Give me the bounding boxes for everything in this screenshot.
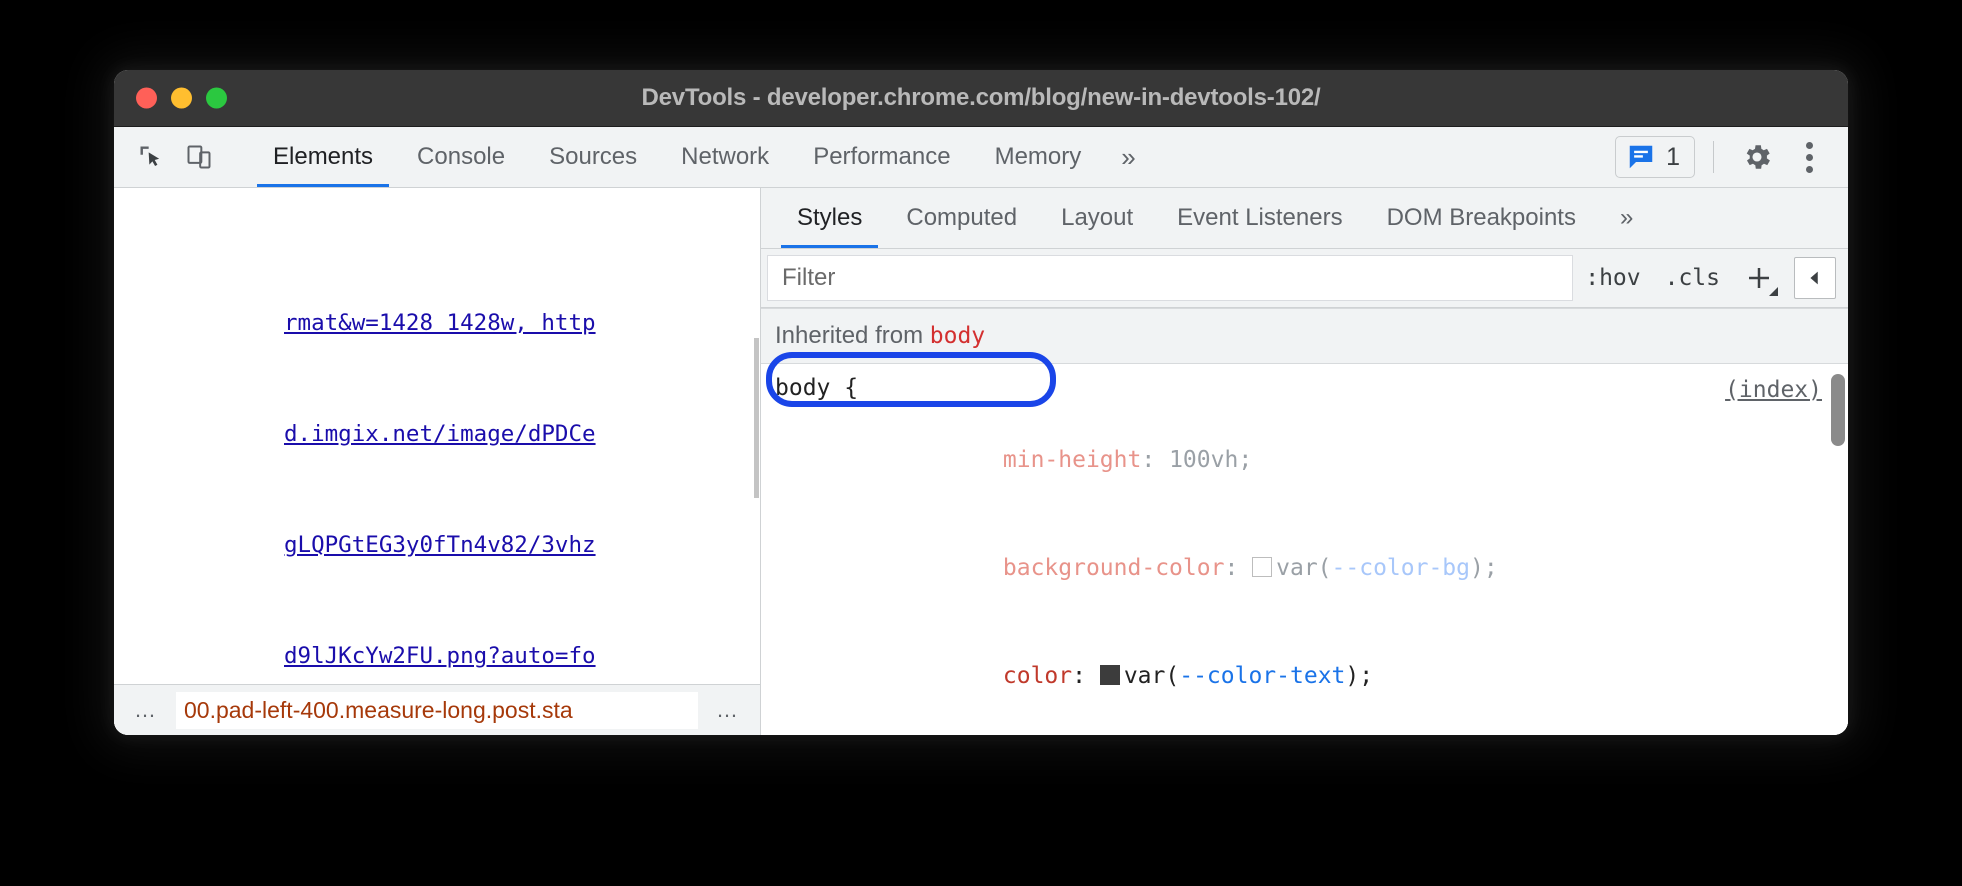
rule-origin-link[interactable]: (index) <box>1725 372 1822 408</box>
window-traffic-lights <box>136 88 227 109</box>
panel-tabs: Elements Console Sources Network Perform… <box>251 127 1615 187</box>
tab-console-label: Console <box>417 143 505 171</box>
declaration-overflow-wrap[interactable]: overflow-wrap: break-word; <box>775 730 1848 735</box>
tab-memory-label: Memory <box>995 143 1082 171</box>
toolbar-right-icons: 1 <box>1615 127 1848 187</box>
tab-styles[interactable]: Styles <box>775 188 884 248</box>
color-swatch-icon[interactable] <box>1100 665 1120 685</box>
close-button[interactable] <box>136 88 157 109</box>
declaration-background-color[interactable]: background-color: var(--color-bg); <box>775 514 1848 622</box>
devtools-body: rmat&w=1428 1428w, http d.imgix.net/imag… <box>114 188 1848 735</box>
dom-url-line-1: rmat&w=1428 1428w, http <box>114 305 760 342</box>
inherited-prefix: Inherited from <box>775 322 923 349</box>
tab-sources-label: Sources <box>549 143 637 171</box>
styles-more-tabs-chevron-icon[interactable]: » <box>1598 188 1655 248</box>
issues-message-icon <box>1626 142 1656 172</box>
tab-event-listeners-label: Event Listeners <box>1177 204 1342 232</box>
toggle-sidebar-icon[interactable] <box>1794 257 1836 299</box>
hov-toggle-button[interactable]: :hov <box>1573 265 1652 291</box>
gear-icon[interactable] <box>1732 134 1782 180</box>
dom-tree-scrollbar[interactable] <box>754 338 759 498</box>
rule-selector-line: body { <box>775 370 1848 406</box>
tab-sources[interactable]: Sources <box>527 127 659 187</box>
rule-open-brace: { <box>844 375 858 401</box>
styles-scrollbar[interactable] <box>1831 374 1845 446</box>
css-rules-list[interactable]: Inherited from body (index) body { min-h… <box>761 308 1848 735</box>
tab-layout[interactable]: Layout <box>1039 188 1155 248</box>
tab-computed[interactable]: Computed <box>884 188 1039 248</box>
declaration-color[interactable]: color: var(--color-text); <box>775 622 1848 730</box>
tab-network[interactable]: Network <box>659 127 791 187</box>
tab-network-label: Network <box>681 143 769 171</box>
tab-dom-breakpoints-label: DOM Breakpoints <box>1387 204 1576 232</box>
new-style-rule-button[interactable] <box>1732 254 1786 302</box>
filter-input[interactable]: Filter <box>767 255 1573 301</box>
minimize-button[interactable] <box>171 88 192 109</box>
tab-layout-label: Layout <box>1061 204 1133 232</box>
device-toolbar-icon[interactable] <box>178 136 220 178</box>
declaration-value[interactable]: 100vh <box>1169 447 1238 473</box>
tab-console[interactable]: Console <box>395 127 527 187</box>
dom-tree[interactable]: rmat&w=1428 1428w, http d.imgix.net/imag… <box>114 188 760 684</box>
declaration-property[interactable]: background-color <box>1003 555 1225 581</box>
styles-pane-tabs: Styles Computed Layout Event Listeners D… <box>761 188 1848 249</box>
srcset-fragment[interactable]: gLQPGtEG3y0fTn4v82/3vhz <box>284 532 596 558</box>
tab-event-listeners[interactable]: Event Listeners <box>1155 188 1364 248</box>
issues-button[interactable]: 1 <box>1615 136 1695 178</box>
breadcrumb-active-item[interactable]: 00.pad-left-400.measure-long.post.sta <box>176 692 698 729</box>
tab-memory[interactable]: Memory <box>973 127 1104 187</box>
toolbar-left-icons <box>130 127 251 187</box>
devtools-window: DevTools - developer.chrome.com/blog/new… <box>114 70 1848 735</box>
issues-count: 1 <box>1666 143 1680 172</box>
declaration-property[interactable]: color <box>1003 663 1072 689</box>
cls-toggle-button[interactable]: .cls <box>1653 265 1732 291</box>
css-variable-name[interactable]: --color-text <box>1179 663 1345 689</box>
css-rule-body[interactable]: (index) body { min-height: 100vh; backgr… <box>761 364 1848 735</box>
window-title: DevTools - developer.chrome.com/blog/new… <box>114 84 1848 112</box>
zoom-button[interactable] <box>206 88 227 109</box>
tab-elements[interactable]: Elements <box>251 127 395 187</box>
srcset-fragment[interactable]: d.imgix.net/image/dPDCe <box>284 421 596 447</box>
more-tabs-chevron-icon[interactable]: » <box>1103 127 1153 187</box>
window-titlebar: DevTools - developer.chrome.com/blog/new… <box>114 70 1848 127</box>
toolbar-divider-right <box>1713 141 1714 173</box>
srcset-fragment[interactable]: rmat&w=1428 1428w, http <box>284 310 596 336</box>
dom-url-line-2: d.imgix.net/image/dPDCe <box>114 416 760 453</box>
dom-url-line-4: d9lJKcYw2FU.png?auto=fo <box>114 638 760 675</box>
inherited-selector-body[interactable]: body <box>930 323 985 349</box>
tab-styles-label: Styles <box>797 204 862 232</box>
tab-elements-label: Elements <box>273 143 373 171</box>
css-variable-name[interactable]: --color-bg <box>1332 555 1470 581</box>
tab-performance-label: Performance <box>813 143 950 171</box>
tab-performance[interactable]: Performance <box>791 127 972 187</box>
kebab-menu-icon[interactable] <box>1784 134 1834 180</box>
inspect-element-icon[interactable] <box>130 136 172 178</box>
screenshot-root: DevTools - developer.chrome.com/blog/new… <box>0 0 1962 886</box>
styles-filter-bar: Filter :hov .cls <box>761 249 1848 308</box>
plus-dropdown-carat-icon[interactable] <box>1769 287 1778 296</box>
breadcrumb-right-overflow[interactable]: … <box>706 697 750 723</box>
rule-selector[interactable]: body <box>775 375 830 401</box>
declaration-property[interactable]: min-height <box>1003 447 1141 473</box>
inherited-from-body-header: Inherited from body <box>761 308 1848 364</box>
tab-dom-breakpoints[interactable]: DOM Breakpoints <box>1365 188 1598 248</box>
styles-pane: Styles Computed Layout Event Listeners D… <box>761 188 1848 735</box>
srcset-fragment[interactable]: d9lJKcYw2FU.png?auto=fo <box>284 643 596 669</box>
declaration-min-height[interactable]: min-height: 100vh; <box>775 406 1848 514</box>
breadcrumb-left-overflow[interactable]: … <box>124 697 168 723</box>
dom-tree-pane: rmat&w=1428 1428w, http d.imgix.net/imag… <box>114 188 761 735</box>
color-swatch-icon[interactable] <box>1252 557 1272 577</box>
kebab-dots <box>1806 142 1813 173</box>
breadcrumb: … 00.pad-left-400.measure-long.post.sta … <box>114 684 760 735</box>
devtools-main-toolbar: Elements Console Sources Network Perform… <box>114 127 1848 188</box>
filter-placeholder: Filter <box>782 264 835 292</box>
tab-computed-label: Computed <box>906 204 1017 232</box>
dom-url-line-3: gLQPGtEG3y0fTn4v82/3vhz <box>114 527 760 564</box>
